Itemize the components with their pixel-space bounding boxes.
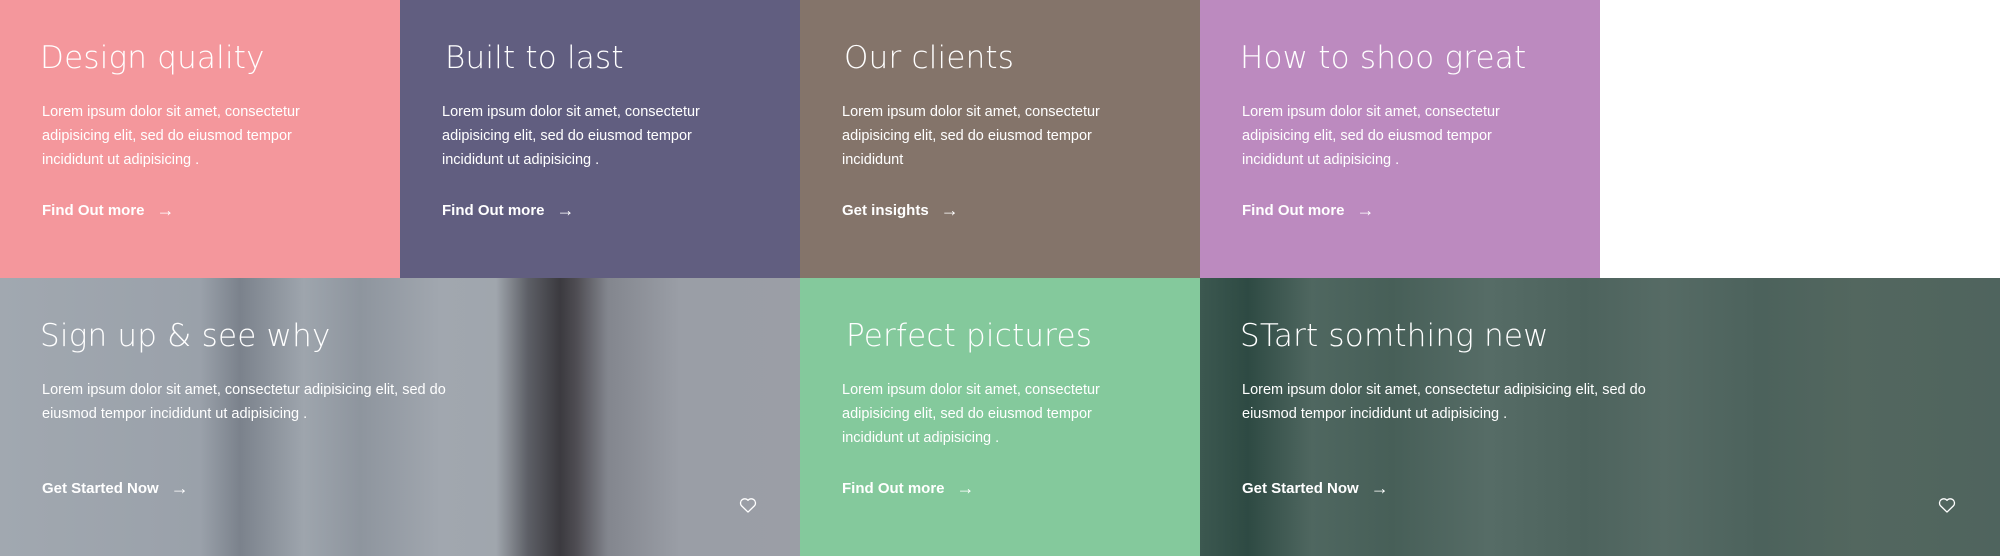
tile-our-clients: Our clients Lorem ipsum dolor sit amet, … <box>800 0 1200 278</box>
tile-description: Lorem ipsum dolor sit amet, consectetur … <box>842 382 1100 446</box>
tile-description: Lorem ipsum dolor sit amet, consectetur … <box>842 104 1100 168</box>
find-out-more-link[interactable]: Find Out more → <box>442 200 575 221</box>
tile-title: Perfect pictures <box>846 318 1093 354</box>
tile-title: Built to last <box>445 40 624 76</box>
heart-icon[interactable] <box>738 495 758 515</box>
tile-perfect-pictures: Perfect pictures Lorem ipsum dolor sit a… <box>800 278 1200 556</box>
cta-label: Get Started Now <box>42 480 159 497</box>
cta-label: Find Out more <box>842 480 945 497</box>
tile-description: Lorem ipsum dolor sit amet, consectetur … <box>1242 382 1646 422</box>
tile-description: Lorem ipsum dolor sit amet, consectetur … <box>442 104 700 168</box>
tile-title: How to shoo great <box>1240 40 1527 76</box>
cta-label: Find Out more <box>42 202 145 219</box>
tile-description: Lorem ipsum dolor sit amet, consectetur … <box>42 104 300 168</box>
cta-label: Find Out more <box>1242 202 1345 219</box>
tile-description: Lorem ipsum dolor sit amet, consectetur … <box>42 382 446 422</box>
tile-design-quality: Design quality Lorem ipsum dolor sit ame… <box>0 0 400 278</box>
cta-label: Get insights <box>842 202 929 219</box>
arrow-right-icon: → <box>170 478 189 498</box>
tile-title: Design quality <box>40 40 265 76</box>
arrow-right-icon: → <box>940 200 959 220</box>
tile-description: Lorem ipsum dolor sit amet, consectetur … <box>1242 104 1500 168</box>
arrow-right-icon: → <box>556 200 575 220</box>
tile-sign-up: Sign up & see why Lorem ipsum dolor sit … <box>0 278 800 556</box>
tile-title: STart somthing new <box>1240 318 1549 354</box>
heart-icon[interactable] <box>1937 495 1957 515</box>
tile-how-to-shoo-great: How to shoo great Lorem ipsum dolor sit … <box>1200 0 1600 278</box>
tile-start-something-new: STart somthing new Lorem ipsum dolor sit… <box>1200 278 2000 556</box>
arrow-right-icon: → <box>1356 200 1375 220</box>
get-insights-link[interactable]: Get insights → <box>842 200 959 221</box>
tile-title: Sign up & see why <box>40 318 331 354</box>
find-out-more-link[interactable]: Find Out more → <box>42 200 175 221</box>
feature-grid: Design quality Lorem ipsum dolor sit ame… <box>0 0 2000 556</box>
tile-built-to-last: Built to last Lorem ipsum dolor sit amet… <box>400 0 800 278</box>
cta-label: Get Started Now <box>1242 480 1359 497</box>
arrow-right-icon: → <box>956 478 975 498</box>
tile-title: Our clients <box>844 40 1015 76</box>
arrow-right-icon: → <box>156 200 175 220</box>
find-out-more-link[interactable]: Find Out more → <box>1242 200 1375 221</box>
get-started-now-link[interactable]: Get Started Now → <box>1242 478 1389 499</box>
find-out-more-link[interactable]: Find Out more → <box>842 478 975 499</box>
cta-label: Find Out more <box>442 202 545 219</box>
arrow-right-icon: → <box>1370 478 1389 498</box>
get-started-now-link[interactable]: Get Started Now → <box>42 478 189 499</box>
